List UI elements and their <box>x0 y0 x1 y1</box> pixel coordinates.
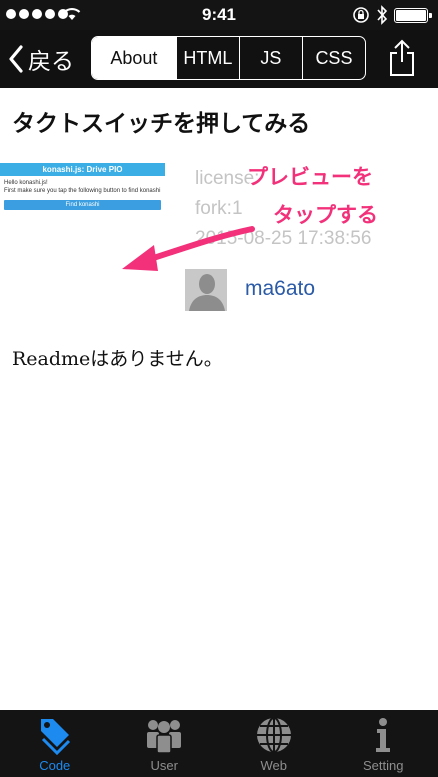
annotation-line-2: タップする <box>273 204 378 227</box>
share-icon[interactable] <box>386 38 418 78</box>
navigation-bar: 戻る About HTML JS CSS <box>0 30 438 88</box>
readme-text: Readmeはありません。 <box>12 348 223 370</box>
annotation-line-1: プレビューを <box>247 166 373 189</box>
tab-label: Web <box>260 758 288 773</box>
annotation-arrow-icon <box>122 226 255 271</box>
bluetooth-icon <box>377 5 388 25</box>
preview-line: Hello konashi.js! <box>4 180 48 186</box>
info-icon <box>376 718 391 752</box>
tag-icon <box>40 719 70 755</box>
segment-js[interactable]: JS <box>238 37 302 79</box>
author-link[interactable]: ma6ato <box>245 277 315 301</box>
battery-icon <box>394 8 432 23</box>
tab-user[interactable]: User <box>110 710 220 777</box>
preview-header: konashi.js: Drive PIO <box>0 163 165 176</box>
tab-web[interactable]: Web <box>219 710 329 777</box>
globe-icon <box>256 717 291 753</box>
segmented-control: About HTML JS CSS <box>91 36 366 80</box>
page-title: タクトスイッチを押してみる <box>12 110 311 136</box>
chevron-left-icon <box>9 45 23 73</box>
segment-about[interactable]: About <box>92 37 176 79</box>
tab-label: Code <box>39 758 71 773</box>
back-button[interactable]: 戻る <box>8 42 74 76</box>
back-label: 戻る <box>28 48 74 74</box>
tab-label: Setting <box>363 758 404 773</box>
tab-label: User <box>150 758 178 773</box>
preview-thumbnail[interactable]: konashi.js: Drive PIO Hello konashi.js! … <box>0 163 165 215</box>
tab-bar: Code User Web Setting <box>0 710 438 777</box>
users-icon <box>147 720 182 754</box>
status-time: 9:41 <box>201 5 237 24</box>
status-bar: 9:41 <box>0 0 438 30</box>
tab-code[interactable]: Code <box>0 710 110 777</box>
user-placeholder-icon <box>189 274 225 311</box>
segment-html[interactable]: HTML <box>175 37 239 79</box>
orientation-lock-icon <box>353 7 369 23</box>
preview-find-button: Find konashi <box>4 200 161 210</box>
fork-text: fork:1 <box>195 198 243 219</box>
segment-css[interactable]: CSS <box>301 37 365 79</box>
avatar[interactable] <box>185 269 227 311</box>
preview-line: First make sure you tap the following bu… <box>4 188 161 194</box>
tab-setting[interactable]: Setting <box>329 710 438 777</box>
